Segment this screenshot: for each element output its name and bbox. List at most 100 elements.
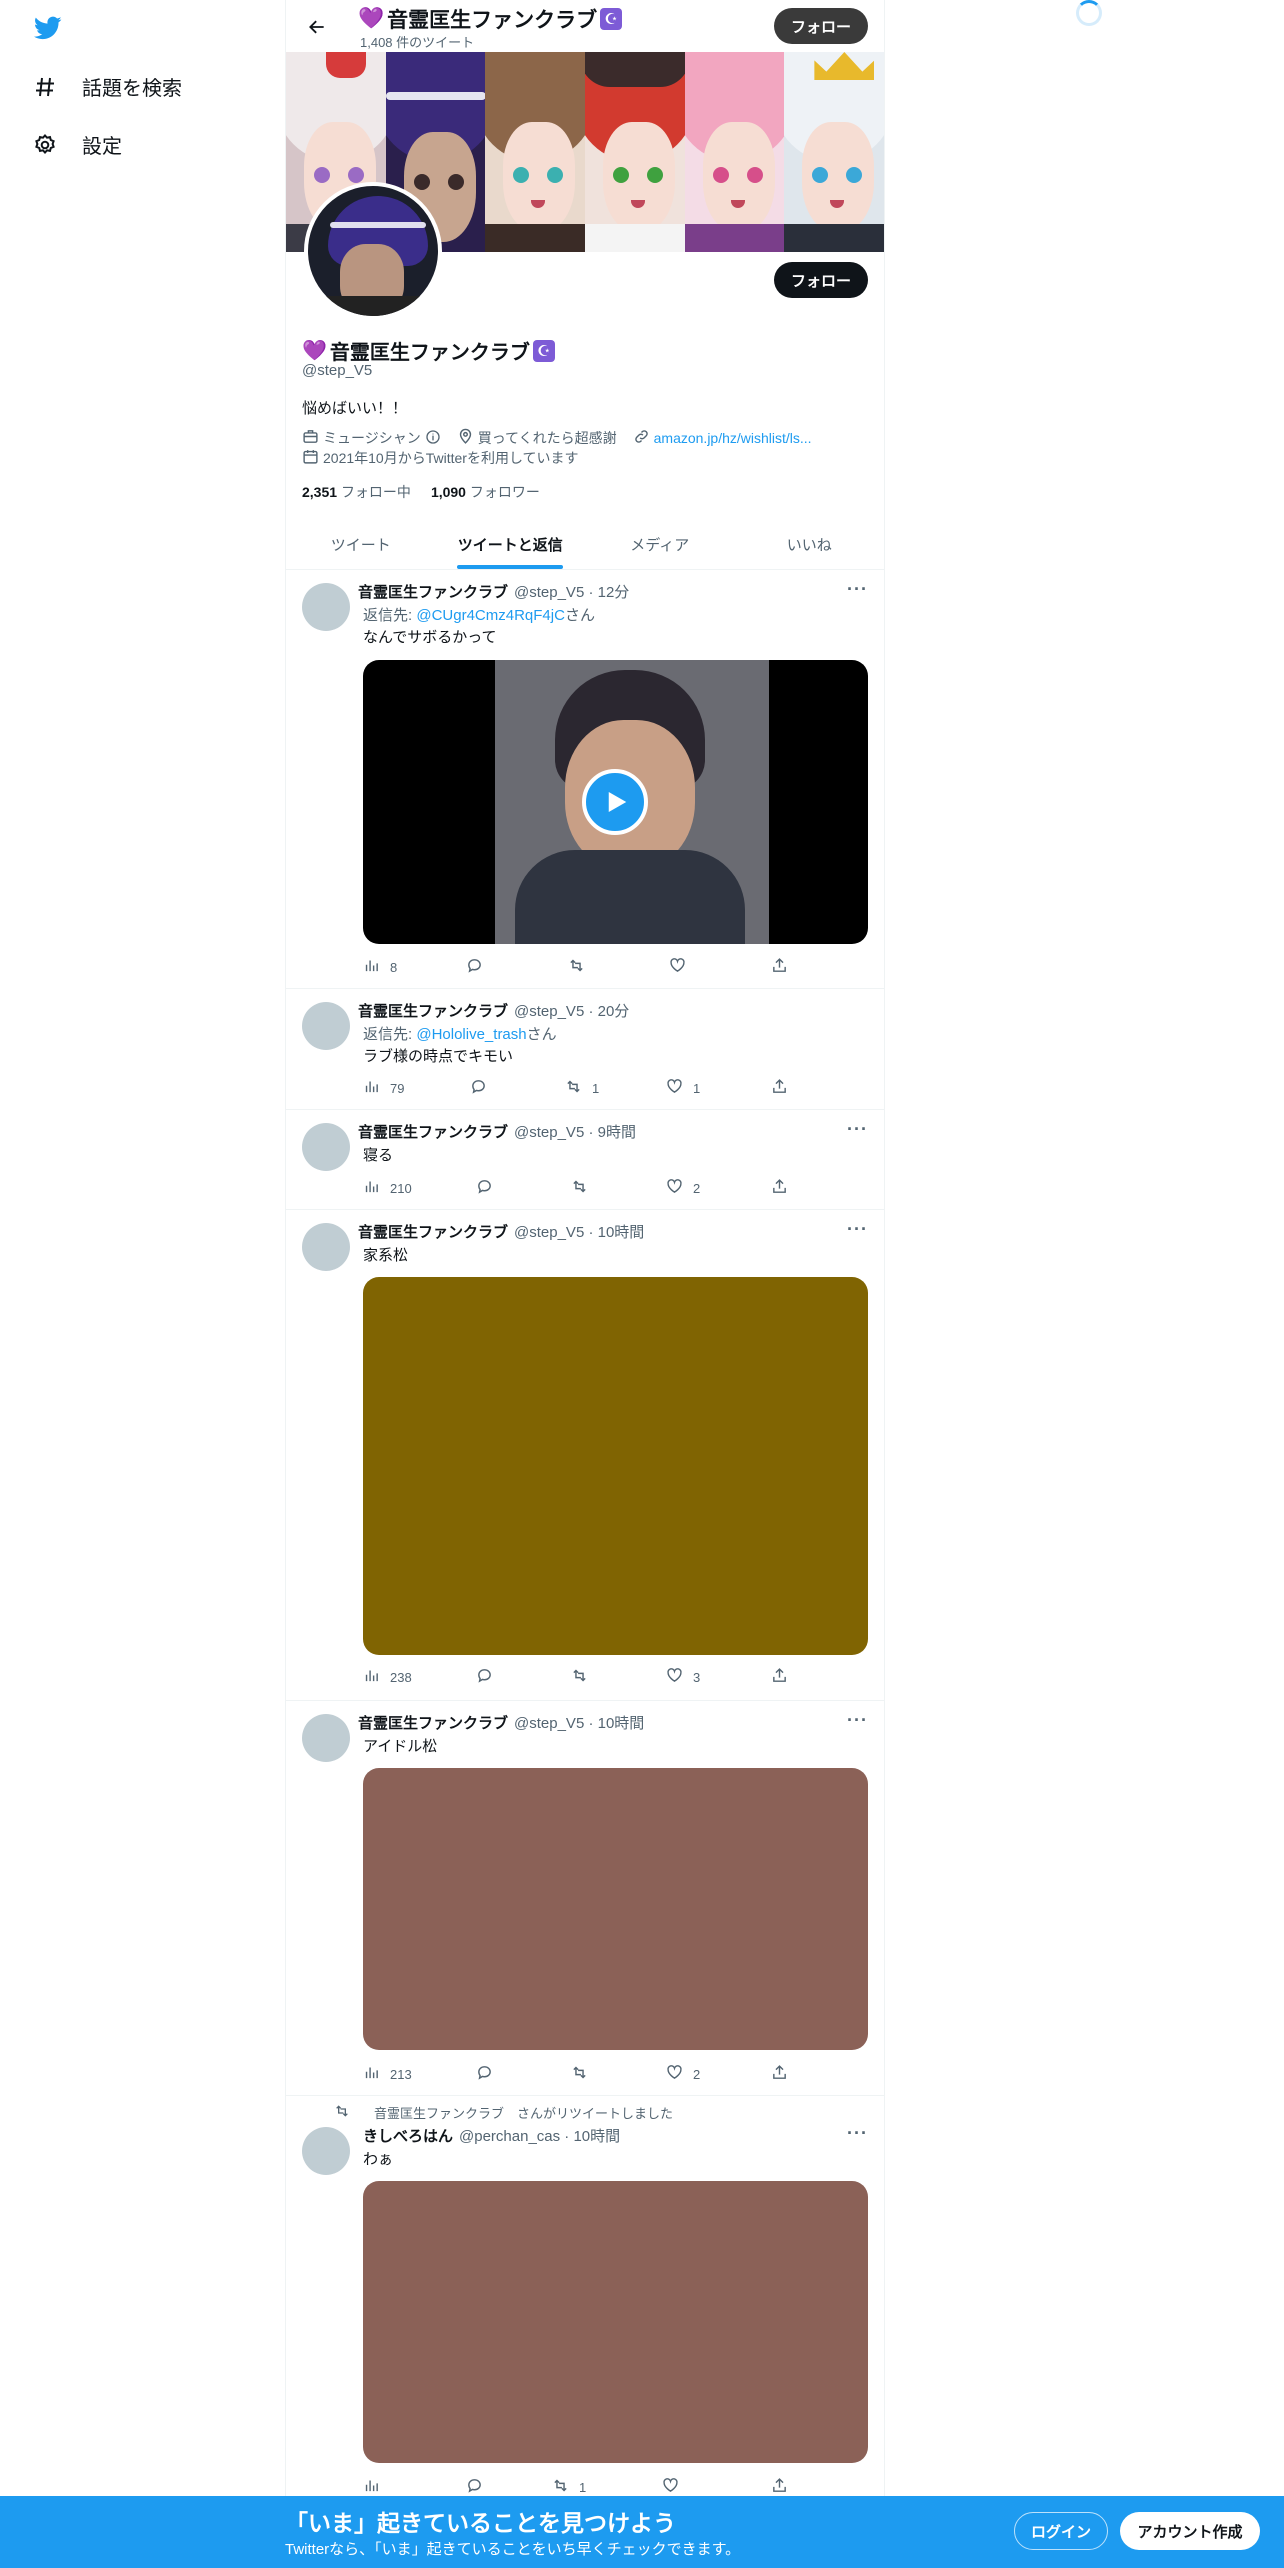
tweet[interactable]: 音霊匡生ファンクラブ @step_V5 · 9時間 ··· 寝る 210 2 <box>286 1111 884 1210</box>
like-action[interactable]: 2 <box>666 2064 700 2084</box>
info-icon[interactable] <box>425 429 441 448</box>
retweeted-by[interactable]: 音霊匡生ファンクラブ <box>374 2106 504 2121</box>
views-action[interactable]: 238 <box>363 1667 412 1687</box>
twitter-logo-icon[interactable] <box>32 14 64 42</box>
tweet[interactable]: 音霊匡生ファンクラブ @step_V5 · 12分 ··· 返信先: @CUgr… <box>286 571 884 989</box>
tweet-image[interactable] <box>363 1277 868 1655</box>
reply-action[interactable] <box>476 1178 503 1198</box>
tweet-actions: 1 <box>363 2477 793 2497</box>
tweet-author-name[interactable]: 音霊匡生ファンクラブ <box>358 1221 508 1242</box>
share-icon <box>771 2477 788 2497</box>
tweet-header: 音霊匡生ファンクラブ @step_V5 · 10時間 <box>358 1712 644 1733</box>
share-action[interactable] <box>771 1078 788 1098</box>
tweet-handle-time[interactable]: @step_V5 · 10時間 <box>514 1221 644 1242</box>
left-navigation: 話題を検索 設定 <box>0 0 285 2568</box>
tweet[interactable]: 音霊匡生ファンクラブ @step_V5 · 10時間 ··· アイドル松 213… <box>286 1702 884 2096</box>
share-action[interactable] <box>771 1667 788 1687</box>
tweet-author-name[interactable]: 音霊匡生ファンクラブ <box>358 1000 508 1021</box>
reply-icon <box>476 1667 493 1687</box>
tweet-actions: 238 3 <box>363 1667 793 1687</box>
tweet-avatar[interactable] <box>302 583 350 631</box>
reply-mention[interactable]: @Hololive_trash <box>416 1026 526 1043</box>
nav-explore[interactable]: 話題を検索 <box>32 72 182 101</box>
tab-likes[interactable]: いいね <box>735 520 885 569</box>
tweet-avatar[interactable] <box>302 2127 350 2175</box>
views-action[interactable]: 79 <box>363 1078 404 1098</box>
like-action[interactable] <box>662 2477 689 2497</box>
retweet-count: 1 <box>592 1080 600 1096</box>
tweet[interactable]: 音霊匡生ファンクラブ @step_V5 · 20分 返信先: @Hololive… <box>286 990 884 1110</box>
tweet-handle-time[interactable]: @perchan_cas · 10時間 <box>459 2125 620 2146</box>
profile-avatar[interactable] <box>304 182 442 320</box>
reply-action[interactable] <box>466 957 493 977</box>
like-action[interactable]: 2 <box>666 1178 700 1198</box>
heart-icon <box>666 2064 683 2084</box>
signup-prompt-bar: 「いま」起きていることを見つけよう Twitterなら、「いま」起きていることを… <box>0 2496 1284 2568</box>
like-action[interactable]: 3 <box>666 1667 700 1687</box>
back-arrow-icon[interactable] <box>300 10 334 44</box>
reply-suffix: さん <box>526 1026 557 1043</box>
retweet-action[interactable] <box>571 1667 598 1687</box>
tweet-author-name[interactable]: 音霊匡生ファンクラブ <box>358 581 508 602</box>
login-button[interactable]: ログイン <box>1014 2512 1108 2550</box>
tweet[interactable]: 音霊匡生ファンクラブ @step_V5 · 10時間 ··· 家系松 238 3 <box>286 1211 884 1701</box>
following-link[interactable]: 2,351 フォロー中 <box>302 482 411 502</box>
more-options-icon[interactable]: ··· <box>847 1710 868 1731</box>
profile-url-link[interactable]: amazon.jp/hz/wishlist/ls... <box>654 430 812 446</box>
tweet-handle-time[interactable]: @step_V5 · 10時間 <box>514 1712 644 1733</box>
tweet-text: アイドル松 <box>363 1738 438 1755</box>
tweet-handle-time[interactable]: @step_V5 · 12分 <box>514 581 629 602</box>
like-action[interactable]: 1 <box>666 1078 700 1098</box>
follow-button[interactable]: フォロー <box>774 262 868 298</box>
more-options-icon[interactable]: ··· <box>847 1119 868 1140</box>
reply-action[interactable] <box>476 1667 503 1687</box>
tweet-author-name[interactable]: きしべろはん <box>363 2125 453 2146</box>
banner-panel-5 <box>684 52 785 252</box>
more-options-icon[interactable]: ··· <box>847 579 868 600</box>
share-action[interactable] <box>771 1178 788 1198</box>
tweet-image[interactable] <box>363 1768 868 2050</box>
tweet-avatar[interactable] <box>302 1714 350 1762</box>
tweet-handle-time[interactable]: @step_V5 · 9時間 <box>514 1121 636 1142</box>
tweet-actions: 213 2 <box>363 2064 793 2084</box>
tweet-handle-time[interactable]: @step_V5 · 20分 <box>514 1000 629 1021</box>
share-action[interactable] <box>771 957 788 977</box>
reply-mention[interactable]: @CUgr4Cmz4RqF4jC <box>416 607 565 624</box>
tab-tweets-and-replies[interactable]: ツイートと返信 <box>436 520 586 569</box>
tweet-avatar[interactable] <box>302 1002 350 1050</box>
views-action[interactable]: 210 <box>363 1178 412 1198</box>
play-button-icon[interactable] <box>582 769 648 835</box>
more-options-icon[interactable]: ··· <box>847 1219 868 1240</box>
tab-media[interactable]: メディア <box>585 520 735 569</box>
retweet-action[interactable] <box>571 1178 598 1198</box>
retweet-action[interactable] <box>568 957 595 977</box>
retweet-action[interactable]: 1 <box>565 1078 599 1098</box>
like-action[interactable] <box>669 957 696 977</box>
tweet-author-name[interactable]: 音霊匡生ファンクラブ <box>358 1712 508 1733</box>
reply-action[interactable] <box>470 1078 497 1098</box>
tweet-avatar[interactable] <box>302 1223 350 1271</box>
retweet-action[interactable] <box>571 2064 598 2084</box>
tweet-header: きしべろはん @perchan_cas · 10時間 <box>363 2125 620 2146</box>
share-action[interactable] <box>771 2064 788 2084</box>
views-action[interactable] <box>363 2477 390 2497</box>
tweet-image[interactable] <box>363 2181 868 2463</box>
followers-link[interactable]: 1,090 フォロワー <box>431 482 540 502</box>
views-action[interactable]: 213 <box>363 2064 412 2084</box>
nav-settings[interactable]: 設定 <box>32 130 122 159</box>
more-options-icon[interactable]: ··· <box>847 2123 868 2144</box>
share-action[interactable] <box>771 2477 788 2497</box>
retweet-icon <box>565 1078 582 1098</box>
retweet-count: 1 <box>579 2479 587 2495</box>
reply-action[interactable] <box>466 2477 493 2497</box>
tweet-author-name[interactable]: 音霊匡生ファンクラブ <box>358 1121 508 1142</box>
tweet-retweet[interactable]: 音霊匡生ファンクラブ さんがリツイートしました きしべろはん @perchan_… <box>286 2097 884 2517</box>
tweet-avatar[interactable] <box>302 1123 350 1171</box>
views-action[interactable]: 8 <box>363 957 397 977</box>
reply-action[interactable] <box>476 2064 503 2084</box>
retweet-action[interactable]: 1 <box>552 2477 586 2497</box>
tab-tweets[interactable]: ツイート <box>286 520 436 569</box>
follow-button-header[interactable]: フォロー <box>774 8 868 44</box>
tweet-video[interactable] <box>363 660 868 944</box>
signup-button[interactable]: アカウント作成 <box>1120 2512 1260 2550</box>
